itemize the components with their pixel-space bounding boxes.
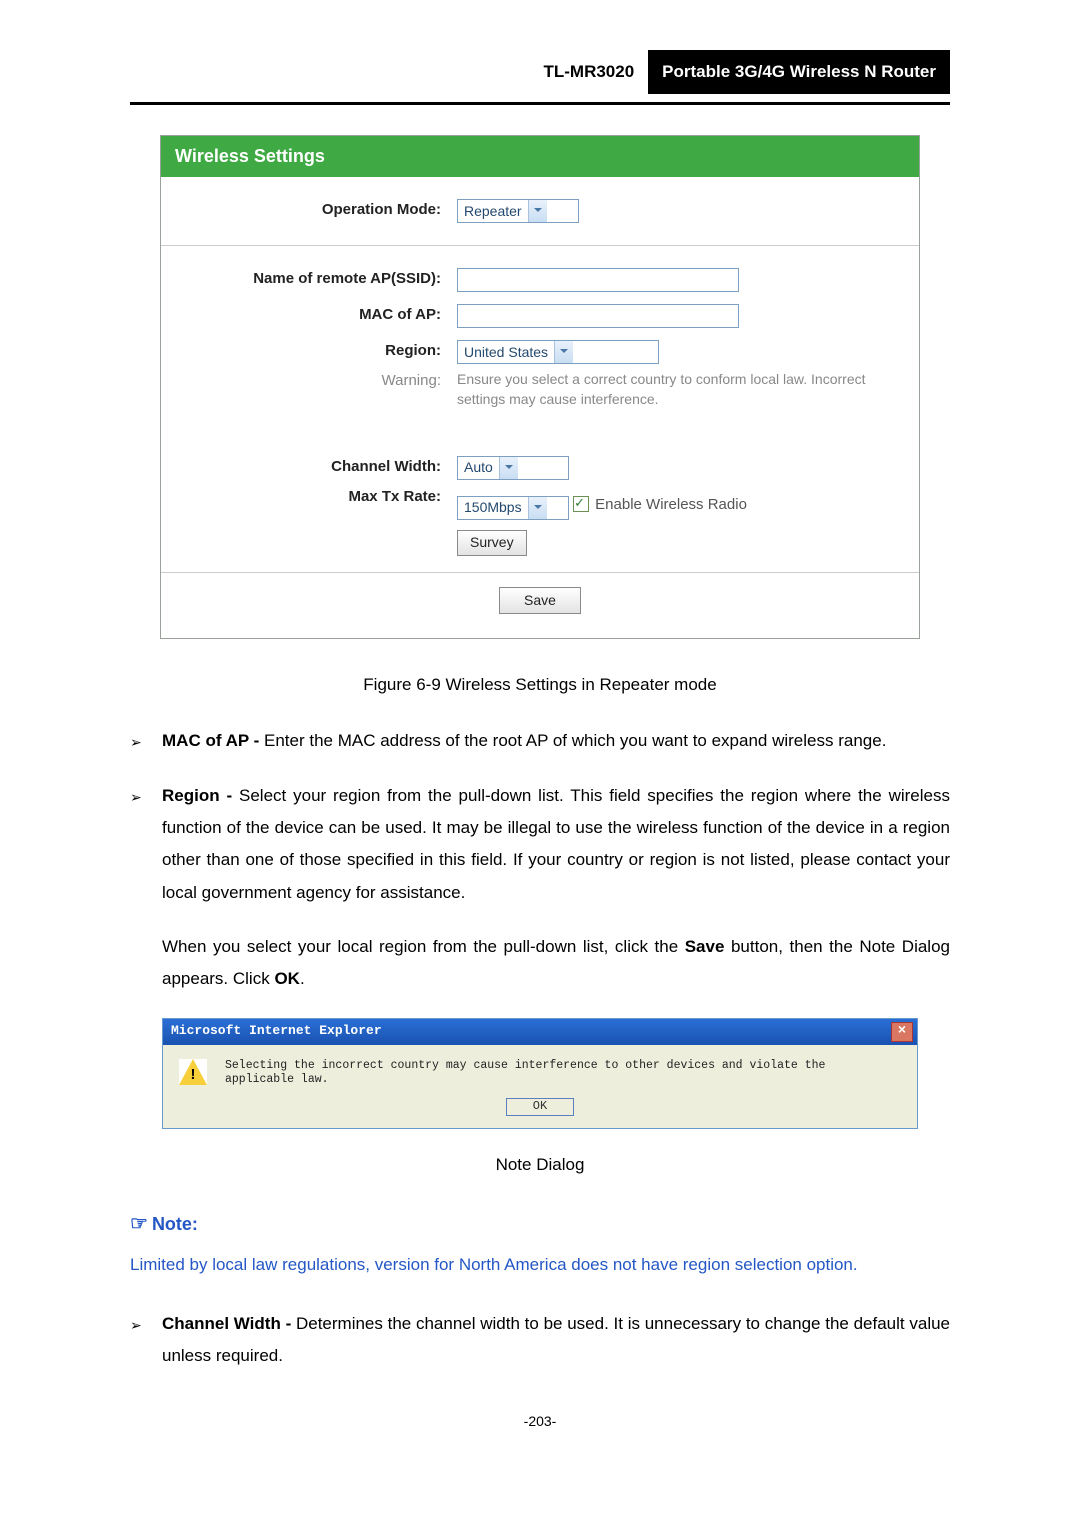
region-warning-text: Ensure you select a correct country to c… xyxy=(457,370,901,409)
mac-of-ap-label: MAC of AP: xyxy=(161,304,457,325)
note-heading: ☞Note: xyxy=(130,1205,950,1243)
region-label: Region: xyxy=(161,340,457,361)
note-dialog-title: Microsoft Internet Explorer xyxy=(167,1023,891,1040)
close-icon[interactable]: × xyxy=(891,1022,913,1042)
bullet-term: Channel Width - xyxy=(162,1314,291,1333)
checkbox-checked-icon xyxy=(573,496,589,512)
operation-mode-select[interactable]: Repeater xyxy=(457,199,579,223)
header-rule xyxy=(130,102,950,105)
note-dialog-message: Selecting the incorrect country may caus… xyxy=(225,1059,901,1089)
note-dialog-window: Microsoft Internet Explorer × Selecting … xyxy=(162,1018,918,1129)
bullet-term: Region - xyxy=(162,786,232,805)
mac-of-ap-input[interactable] xyxy=(457,304,739,328)
enable-wireless-radio-label: Enable Wireless Radio xyxy=(595,494,747,515)
text: . xyxy=(300,969,305,988)
channel-width-select[interactable]: Auto xyxy=(457,456,569,480)
operation-mode-value: Repeater xyxy=(458,202,528,222)
note-heading-text: Note: xyxy=(152,1214,198,1234)
region-followup: When you select your local region from t… xyxy=(130,931,950,996)
product-label: Portable 3G/4G Wireless N Router xyxy=(648,50,950,94)
region-value: United States xyxy=(458,343,554,363)
figure-caption: Figure 6-9 Wireless Settings in Repeater… xyxy=(130,669,950,701)
bullet-channel-width: Channel Width - Determines the channel w… xyxy=(130,1308,950,1373)
channel-width-label: Channel Width: xyxy=(161,456,457,477)
max-tx-rate-value: 150Mbps xyxy=(458,498,528,518)
bullet-text: Enter the MAC address of the root AP of … xyxy=(259,731,886,750)
bullet-term: MAC of AP - xyxy=(162,731,259,750)
warning-label: Warning: xyxy=(161,370,457,391)
chevron-down-icon xyxy=(528,200,547,222)
panel-title: Wireless Settings xyxy=(161,136,919,177)
chevron-down-icon xyxy=(554,341,573,363)
bullet-mac-of-ap: MAC of AP - Enter the MAC address of the… xyxy=(130,725,950,757)
remote-ssid-label: Name of remote AP(SSID): xyxy=(161,268,457,289)
bullet-text: Select your region from the pull-down li… xyxy=(162,786,950,902)
survey-button[interactable]: Survey xyxy=(457,530,527,556)
chevron-down-icon xyxy=(528,497,547,519)
warning-icon xyxy=(179,1059,207,1085)
wireless-settings-panel: Wireless Settings Operation Mode: Repeat… xyxy=(160,135,920,639)
note-body: Limited by local law regulations, versio… xyxy=(130,1249,950,1281)
note-dialog-ok-button[interactable]: OK xyxy=(506,1098,574,1116)
ok-word: OK xyxy=(274,969,300,988)
note-dialog-caption: Note Dialog xyxy=(130,1149,950,1181)
note-dialog-titlebar: Microsoft Internet Explorer × xyxy=(163,1019,917,1045)
save-word: Save xyxy=(685,937,725,956)
remote-ssid-input[interactable] xyxy=(457,268,739,292)
max-tx-rate-label: Max Tx Rate: xyxy=(161,486,457,507)
enable-wireless-radio-checkbox[interactable]: Enable Wireless Radio xyxy=(573,494,747,515)
panel-body: Operation Mode: Repeater Name of remote … xyxy=(161,177,919,638)
doc-header: TL-MR3020 Portable 3G/4G Wireless N Rout… xyxy=(130,50,950,94)
bullet-region: Region - Select your region from the pul… xyxy=(130,780,950,909)
save-button[interactable]: Save xyxy=(499,587,581,615)
chevron-down-icon xyxy=(499,457,518,479)
max-tx-rate-select[interactable]: 150Mbps xyxy=(457,496,569,520)
text: When you select your local region from t… xyxy=(162,937,685,956)
operation-mode-label: Operation Mode: xyxy=(161,199,457,220)
channel-width-value: Auto xyxy=(458,458,499,478)
model-label: TL-MR3020 xyxy=(130,50,648,94)
region-select[interactable]: United States xyxy=(457,340,659,364)
page-number: -203- xyxy=(130,1408,950,1435)
pointing-hand-icon: ☞ xyxy=(130,1213,148,1235)
document-page: TL-MR3020 Portable 3G/4G Wireless N Rout… xyxy=(0,0,1080,1495)
